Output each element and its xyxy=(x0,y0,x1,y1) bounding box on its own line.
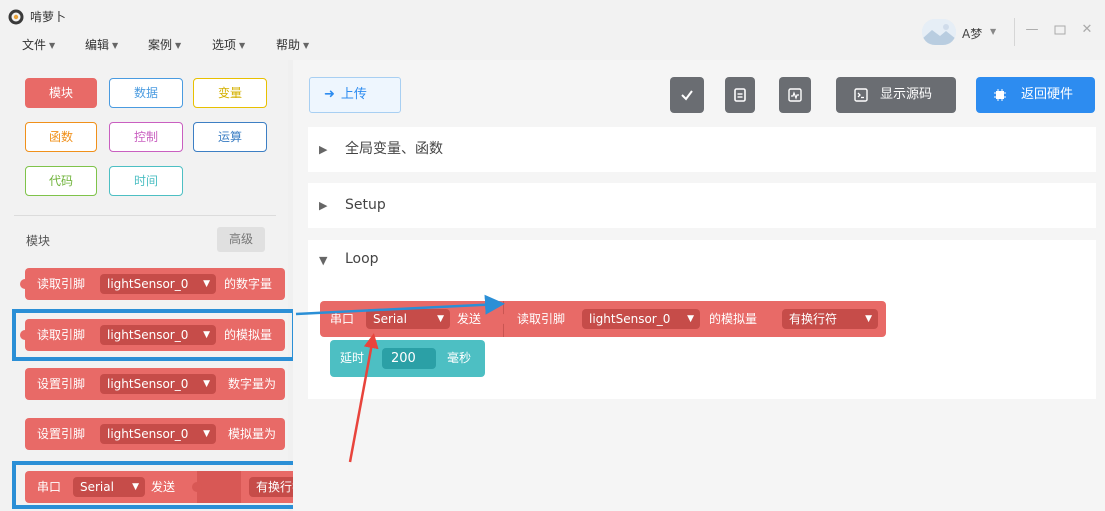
caret-down-icon: ▼ xyxy=(319,254,328,267)
minimize-icon[interactable]: — xyxy=(1024,22,1040,38)
show-source-button[interactable]: 显示源码 xyxy=(836,77,956,113)
monitor-icon xyxy=(788,88,802,102)
category-functions[interactable]: 函数 xyxy=(25,122,97,152)
title-bar: 啃萝卜 文件 ▼ 编辑 ▼ 案例 ▼ 选项 ▼ 帮助 ▼ A梦 ▼ — ✕ xyxy=(0,0,1105,60)
category-time[interactable]: 时间 xyxy=(109,166,183,196)
category-operators[interactable]: 运算 xyxy=(193,122,267,152)
menu-options-label: 选项 xyxy=(212,38,237,52)
avatar[interactable] xyxy=(922,19,956,45)
verify-button[interactable] xyxy=(670,77,704,113)
digital-write-block[interactable]: 设置引脚 lightSensor_0 ▼ 数字量为 xyxy=(25,368,285,400)
chevron-down-icon: ▼ xyxy=(112,41,119,50)
block-suffix: 的模拟量 xyxy=(709,312,758,326)
check-icon xyxy=(681,90,693,101)
loop-analog-read-block[interactable]: 读取引脚 lightSensor_0 ▼ 的模拟量 xyxy=(498,301,773,337)
chevron-down-icon[interactable]: ▼ xyxy=(990,27,996,36)
upload-label: 上传 xyxy=(340,87,367,102)
section-title: Loop xyxy=(345,251,379,267)
upload-button[interactable]: ➜ 上传 xyxy=(309,77,401,113)
menu-file-label: 文件 xyxy=(22,38,47,52)
block-connector xyxy=(20,279,30,289)
pin-dropdown-value: lightSensor_0 xyxy=(589,312,671,326)
avatar-image-icon xyxy=(922,19,956,45)
pin-dropdown-value: lightSensor_0 xyxy=(107,277,189,291)
section-title: Setup xyxy=(345,197,386,213)
advanced-button[interactable]: 高级 xyxy=(217,227,265,252)
terminal-icon xyxy=(854,88,868,102)
newline-value: 有换行符 xyxy=(789,312,838,326)
category-variables[interactable]: 变量 xyxy=(193,78,267,108)
block-suffix: 数字量为 xyxy=(228,377,277,391)
block-prefix: 设置引脚 xyxy=(37,377,86,391)
menu-help[interactable]: 帮助 ▼ xyxy=(276,37,309,54)
user-name[interactable]: A梦 xyxy=(962,25,982,42)
digital-read-block[interactable]: 读取引脚 lightSensor_0 ▼ 的数字量 xyxy=(20,268,285,300)
block-send-label: 发送 xyxy=(457,312,482,326)
serial-port-dropdown[interactable]: Serial ▼ xyxy=(366,309,450,329)
palette-section-title: 模块 xyxy=(26,234,51,248)
menu-edit[interactable]: 编辑 ▼ xyxy=(85,37,118,54)
block-prefix: 读取引脚 xyxy=(517,312,566,326)
menu-options[interactable]: 选项 ▼ xyxy=(212,37,245,54)
triangle-down-icon: ▼ xyxy=(437,314,444,324)
block-unit: 毫秒 xyxy=(447,351,472,365)
serial-port-value: Serial xyxy=(373,312,407,326)
menu-examples-label: 案例 xyxy=(148,38,173,52)
arrow-right-icon: ➜ xyxy=(324,87,335,102)
pin-dropdown[interactable]: lightSensor_0 ▼ xyxy=(100,374,216,394)
category-control[interactable]: 控制 xyxy=(109,122,183,152)
block-prefix: 串口 xyxy=(330,312,355,326)
caret-right-icon: ▶ xyxy=(319,199,328,212)
app-title: 啃萝卜 xyxy=(30,10,67,24)
chip-icon xyxy=(994,89,1006,101)
menu-help-label: 帮助 xyxy=(276,38,301,52)
pin-dropdown[interactable]: lightSensor_0 ▼ xyxy=(582,309,700,329)
pin-dropdown[interactable]: lightSensor_0 ▼ xyxy=(100,274,216,294)
block-suffix: 的数字量 xyxy=(224,277,273,291)
caret-right-icon: ▶ xyxy=(319,143,328,156)
analog-write-block[interactable]: 设置引脚 lightSensor_0 ▼ 模拟量为 xyxy=(25,418,285,450)
block-prefix: 读取引脚 xyxy=(37,277,86,291)
block-connector xyxy=(498,314,508,324)
close-icon[interactable]: ✕ xyxy=(1079,22,1095,38)
chevron-down-icon: ▼ xyxy=(49,41,56,50)
newline-dropdown[interactable]: 有换行符 ▼ xyxy=(782,309,878,329)
triangle-down-icon: ▼ xyxy=(203,279,210,289)
save-button[interactable] xyxy=(725,77,755,113)
triangle-down-icon: ▼ xyxy=(203,429,210,439)
palette-divider xyxy=(14,215,276,216)
category-modules[interactable]: 模块 xyxy=(25,78,97,108)
pin-dropdown-value: lightSensor_0 xyxy=(107,377,189,391)
section-title: 全局变量、函数 xyxy=(345,141,443,157)
delay-value-input[interactable]: 200 xyxy=(382,348,436,369)
pin-dropdown[interactable]: lightSensor_0 ▼ xyxy=(100,424,216,444)
titlebar-divider xyxy=(1014,18,1015,46)
maximize-icon[interactable] xyxy=(1052,22,1068,38)
highlight-box-analog-read xyxy=(12,309,296,361)
category-code[interactable]: 代码 xyxy=(25,166,97,196)
block-suffix: 模拟量为 xyxy=(228,427,277,441)
app-logo-icon xyxy=(8,9,24,25)
document-icon xyxy=(734,88,746,102)
serial-monitor-button[interactable] xyxy=(779,77,811,113)
loop-delay-block[interactable]: 延时 200 毫秒 xyxy=(330,340,485,377)
menu-file[interactable]: 文件 ▼ xyxy=(22,37,55,54)
block-prefix: 设置引脚 xyxy=(37,427,86,441)
chevron-down-icon: ▼ xyxy=(239,41,246,50)
chevron-down-icon: ▼ xyxy=(303,41,310,50)
pin-dropdown-value: lightSensor_0 xyxy=(107,427,189,441)
menu-examples[interactable]: 案例 ▼ xyxy=(148,37,181,54)
section-globals[interactable]: ▶ 全局变量、函数 xyxy=(308,127,1096,172)
category-data[interactable]: 数据 xyxy=(109,78,183,108)
show-source-label: 显示源码 xyxy=(880,87,933,102)
chevron-down-icon: ▼ xyxy=(175,41,182,50)
return-hardware-label: 返回硬件 xyxy=(1021,87,1074,102)
triangle-down-icon: ▼ xyxy=(865,314,872,324)
block-prefix: 延时 xyxy=(340,351,365,365)
triangle-down-icon: ▼ xyxy=(203,379,210,389)
menu-edit-label: 编辑 xyxy=(85,38,110,52)
return-hardware-button[interactable]: 返回硬件 xyxy=(976,77,1095,113)
triangle-down-icon: ▼ xyxy=(687,314,694,324)
section-setup[interactable]: ▶ Setup xyxy=(308,183,1096,228)
